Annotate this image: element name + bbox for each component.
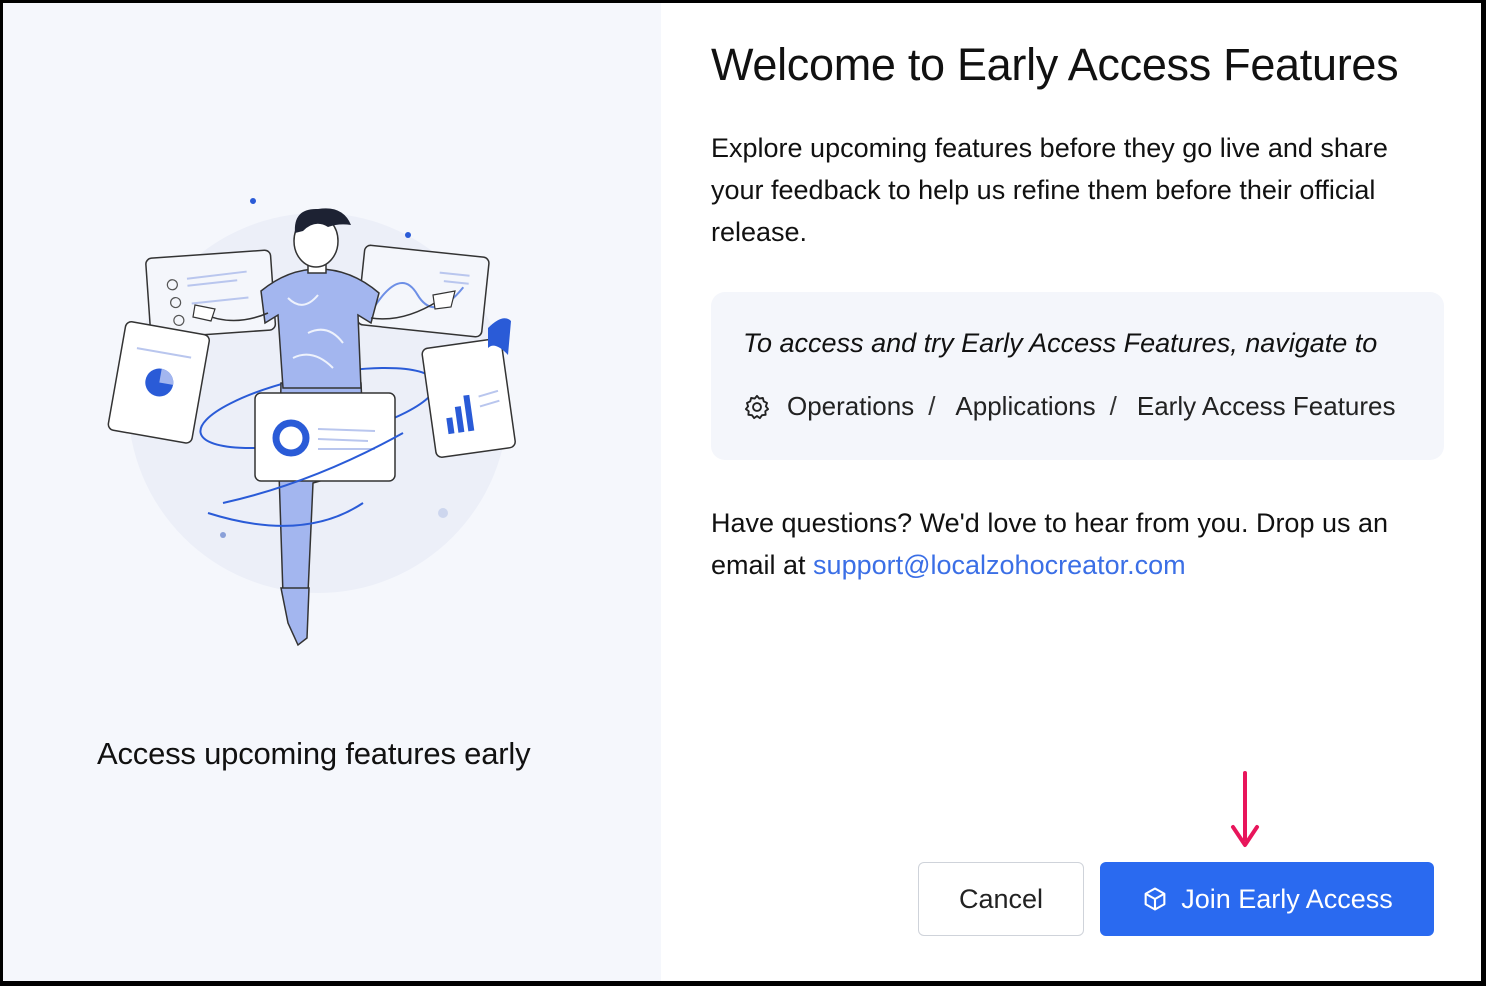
content-panel: Welcome to Early Access Features Explore…: [661, 3, 1481, 981]
cancel-button[interactable]: Cancel: [918, 862, 1084, 936]
early-access-dialog: Access upcoming features early Welcome t…: [3, 3, 1481, 981]
breadcrumb-item-early-access-features: Early Access Features: [1136, 391, 1396, 421]
breadcrumb-separator: /: [928, 391, 936, 421]
gear-icon: [744, 394, 770, 419]
annotation-arrow-icon: [1231, 771, 1259, 847]
support-text: Have questions? We'd love to hear from y…: [711, 502, 1431, 586]
illustration-caption: Access upcoming features early: [97, 736, 531, 771]
dialog-description: Explore upcoming features before they go…: [711, 133, 1388, 247]
cube-icon: [1144, 887, 1166, 911]
dialog-title: Welcome to Early Access Features: [711, 39, 1399, 90]
early-access-illustration: [107, 198, 516, 647]
support-email-link[interactable]: support@localzohocreator.com: [813, 550, 1186, 580]
navigation-hint-box: To access and try Early Access Features,…: [711, 292, 1444, 460]
breadcrumb-separator: /: [1109, 391, 1117, 421]
join-early-access-button[interactable]: Join Early Access: [1100, 862, 1434, 936]
breadcrumb-item-operations: Operations: [787, 391, 915, 421]
join-early-access-label: Join Early Access: [1181, 883, 1393, 914]
navigation-intro: To access and try Early Access Features,…: [743, 328, 1378, 358]
breadcrumb-item-applications: Applications: [955, 391, 1096, 421]
illustration-panel: Access upcoming features early: [3, 3, 661, 981]
breadcrumb: Operations / Applications / Early Access…: [743, 391, 1396, 422]
